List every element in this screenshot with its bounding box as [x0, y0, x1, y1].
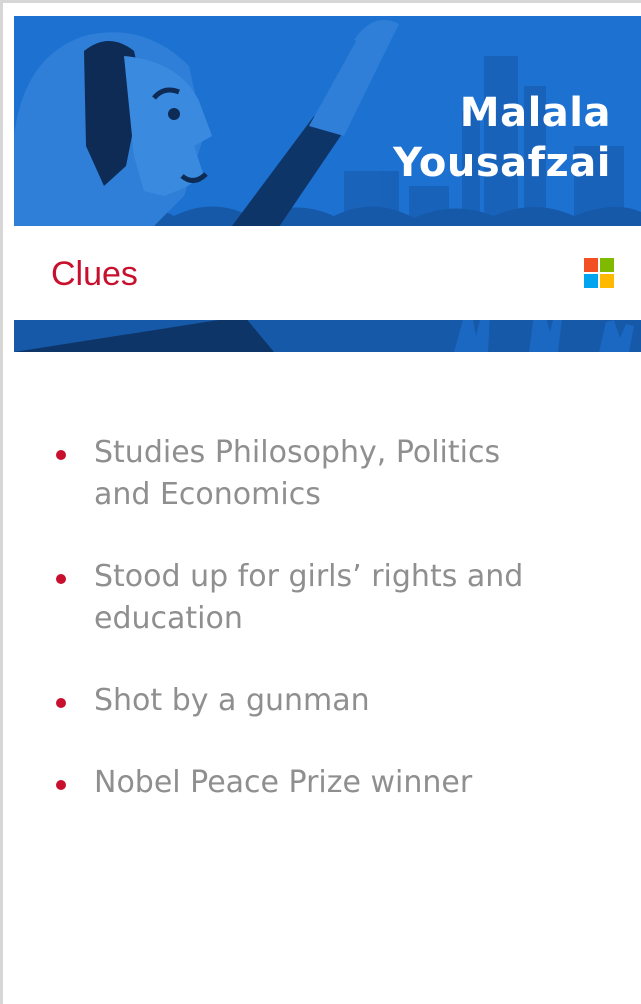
- bullet-icon: [56, 574, 66, 584]
- clue-text-line-1: Studies Philosophy, Politics: [94, 435, 501, 470]
- clue-text-line-2: education: [94, 601, 243, 636]
- logo-square-yellow: [600, 274, 614, 288]
- logo-square-blue: [584, 274, 598, 288]
- bullet-icon: [56, 698, 66, 708]
- page-title: Malala Yousafzai: [393, 88, 611, 188]
- clue-text-line-1: Stood up for girls’ rights and: [94, 559, 524, 594]
- clue-item: Shot by a gunman: [52, 680, 572, 722]
- microsoft-logo-icon: [584, 258, 614, 288]
- clue-text-line-1: Shot by a gunman: [94, 683, 370, 718]
- clue-text-line-2: and Economics: [94, 477, 321, 512]
- bullet-icon: [56, 450, 66, 460]
- title-line-2: Yousafzai: [393, 140, 611, 186]
- clues-heading: Clues: [51, 255, 138, 293]
- logo-square-red: [584, 258, 598, 272]
- clues-header-bar: Clues: [14, 226, 641, 320]
- title-line-1: Malala: [459, 90, 611, 136]
- logo-square-green: [600, 258, 614, 272]
- clue-list: Studies Philosophy, Politics and Economi…: [52, 432, 572, 844]
- clue-item: Stood up for girls’ rights and education: [52, 556, 572, 640]
- clue-text-line-1: Nobel Peace Prize winner: [94, 765, 473, 800]
- bullet-icon: [56, 780, 66, 790]
- clue-item: Nobel Peace Prize winner: [52, 762, 572, 804]
- clue-item: Studies Philosophy, Politics and Economi…: [52, 432, 572, 516]
